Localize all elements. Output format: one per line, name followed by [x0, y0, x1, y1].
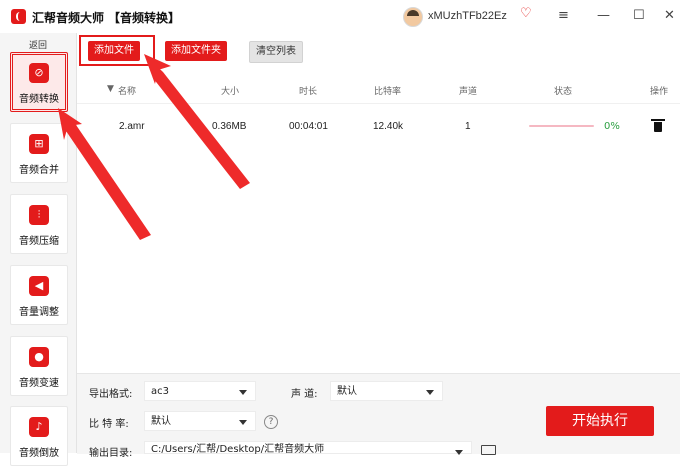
annotation-arrow — [148, 58, 250, 189]
annotation-arrow — [62, 114, 151, 240]
annotation-arrows — [58, 54, 250, 240]
